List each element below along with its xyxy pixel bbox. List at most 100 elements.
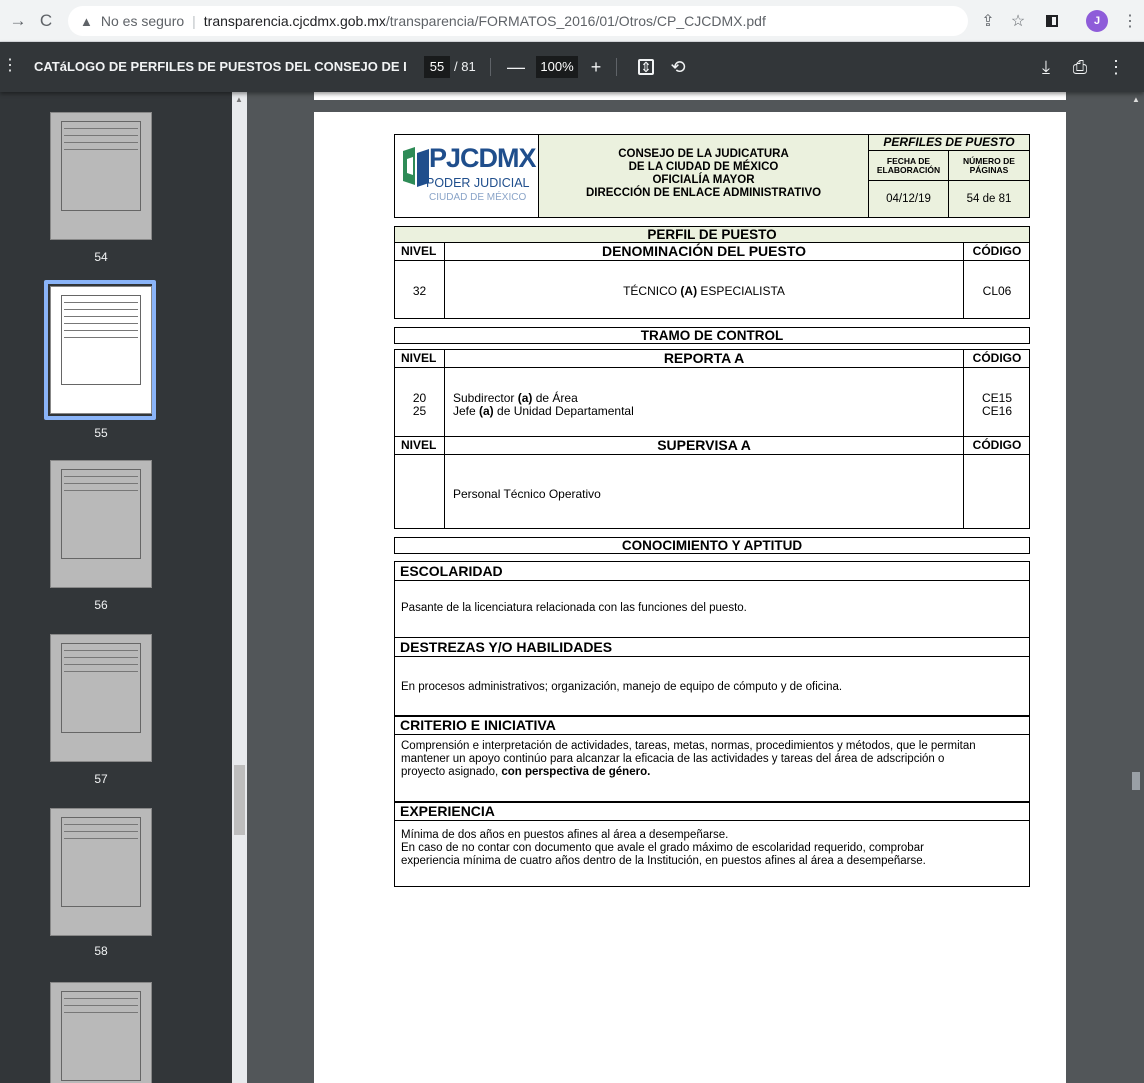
logo-city: CIUDAD DE MÉXICO [429,192,527,203]
page-thumbnail[interactable] [50,460,152,588]
sidebar-menu-button[interactable]: ⋮ [2,55,18,75]
thumbnail-content [61,991,141,1081]
kebab-menu-icon: ⋮ [2,57,18,74]
nivel-header: NIVEL [401,351,437,365]
thumbnail-content [61,469,141,559]
page-thumbnail-selected[interactable] [50,286,152,414]
zoom-in-button[interactable]: + [584,55,608,79]
fit-page-icon: ⇕ [638,59,654,75]
arrow-right-icon: → [9,11,27,30]
criterio-text: Comprensión e interpretación de activida… [401,740,976,778]
url-host: transparencia.cjcdmx.gob.mx [203,13,386,29]
header-line: OFICIALÍA MAYOR [652,174,755,186]
download-button[interactable]: ⤓ [1034,55,1058,79]
denominacion-header: DENOMINACIÓN DEL PUESTO [601,243,807,259]
criterio-title: CRITERIO E INICIATIVA [395,716,1029,735]
sidebar-scroll-thumb[interactable] [234,765,245,835]
thumbnail-content [61,295,141,385]
side-panel-button[interactable] [1040,9,1064,33]
reporta-codigo: CE15 CE16 [981,391,1013,418]
page-thumbnail[interactable] [50,982,152,1083]
denominacion-table: NIVEL DENOMINACIÓN DEL PUESTO CÓDIGO 32 … [394,242,1030,319]
previous-page-edge [314,92,1066,100]
sidebar-scrollbar[interactable]: ▲ [232,92,247,1083]
thumbnail-number: 55 [94,426,108,440]
page-total: / 81 [454,59,476,74]
plus-icon: + [590,56,602,77]
codigo-header: CÓDIGO [972,438,1022,452]
fecha-value: 04/12/19 [869,181,949,217]
experiencia-section: EXPERIENCIA Mínima de dos años en puesto… [394,801,1030,887]
zoom-out-button[interactable]: — [504,55,528,79]
pdf-page: PJCDMX PODER JUDICIAL CIUDAD DE MÉXICO C… [314,112,1066,1083]
escolaridad-section: ESCOLARIDAD Pasante de la licenciatura r… [394,561,1030,638]
rotate-icon: ⟲ [670,56,686,77]
escolaridad-text: Pasante de la licenciatura relacionada c… [401,602,747,614]
star-icon: ☆ [1010,13,1026,30]
print-icon: ⎙ [1072,56,1088,77]
perfiles-title: PERFILES DE PUESTO [869,135,1029,151]
column-divider [963,243,964,318]
thumbnail-number: 56 [94,598,108,612]
nivel-header: NIVEL [401,438,437,452]
profile-avatar[interactable]: J [1086,10,1108,32]
logo-cell: PJCDMX PODER JUDICIAL CIUDAD DE MÉXICO [395,135,539,217]
browser-toolbar: → C ▲ No es seguro | transparencia.cjcdm… [0,0,1144,42]
reporta-nivel: 20 25 [412,391,427,418]
fecha-label: FECHA DE ELABORACIÓN [869,151,949,181]
document-scroll-thumb[interactable] [1132,772,1140,790]
minus-icon: — [507,56,525,77]
paginas-label: NÚMERO DE PÁGINAS [949,151,1029,181]
reload-icon: C [39,11,53,30]
scroll-up-icon[interactable]: ▲ [1132,95,1140,104]
zoom-input[interactable]: 100% [536,56,578,78]
puesto-nombre: TÉCNICO (A) ESPECIALISTA [623,284,785,298]
perfil-title: PERFIL DE PUESTO [394,226,1030,243]
thumbnail-sidebar: 54 55 56 57 58 [0,92,232,1083]
share-icon: ⇪ [981,13,995,30]
header-institution: CONSEJO DE LA JUDICATURA DE LA CIUDAD DE… [539,135,869,217]
page-thumbnail[interactable] [50,634,152,762]
page-thumbnail[interactable] [50,112,152,240]
reporta-header: REPORTA A [663,350,745,366]
escolaridad-title: ESCOLARIDAD [395,562,1029,581]
thumbnail-number: 54 [94,250,108,264]
puesto-nivel: 32 [412,284,427,298]
fit-page-button[interactable]: ⇕ [634,55,658,79]
pdf-title: CATáLOGO DE PERFILES DE PUESTOS DEL CONS… [34,59,406,74]
page-thumbnail[interactable] [50,808,152,936]
address-divider: | [192,13,196,29]
reload-button[interactable]: C [34,9,58,33]
browser-menu-button[interactable]: ⋮ [1118,9,1142,33]
destrezas-section: DESTREZAS Y/O HABILIDADES En procesos ad… [394,637,1030,717]
thumbnail-content [61,121,141,211]
bookmark-button[interactable]: ☆ [1006,9,1030,33]
page-number-input[interactable]: 55 [424,56,450,78]
header-line: DIRECCIÓN DE ENLACE ADMINISTRATIVO [585,187,822,199]
share-button[interactable]: ⇪ [976,9,1000,33]
url-path: /transparencia/FORMATOS_2016/01/Otros/CP… [385,13,766,29]
toolbar-divider [616,58,617,76]
rotate-button[interactable]: ⟲ [666,55,690,79]
destrezas-text: En procesos administrativos; organizació… [401,681,843,693]
document-header: PJCDMX PODER JUDICIAL CIUDAD DE MÉXICO C… [394,134,1030,218]
address-bar[interactable]: ▲ No es seguro | transparencia.cjcdmx.go… [68,6,968,36]
destrezas-title: DESTREZAS Y/O HABILIDADES [395,638,1029,657]
pjcdmx-logo: PJCDMX PODER JUDICIAL CIUDAD DE MÉXICO [399,139,537,213]
paginas-value: 54 de 81 [966,193,1012,205]
document-scrollbar[interactable]: ▲ [1128,92,1144,1083]
scroll-up-icon[interactable]: ▲ [235,95,243,104]
pdf-toolbar: ⋮ CATáLOGO DE PERFILES DE PUESTOS DEL CO… [0,42,1144,92]
print-button[interactable]: ⎙ [1068,55,1092,79]
security-label[interactable]: No es seguro [101,13,184,29]
toolbar-divider [490,58,491,76]
header-meta: PERFILES DE PUESTO FECHA DE ELABORACIÓN N… [869,135,1029,217]
codigo-header: CÓDIGO [972,244,1022,258]
pdf-more-button[interactable]: ⋮ [1104,55,1128,79]
column-divider [444,243,445,318]
thumbnail-number: 57 [94,772,108,786]
forward-button[interactable]: → [6,9,30,33]
kebab-menu-icon: ⋮ [1122,13,1138,30]
thumbnail-content [61,817,141,907]
reporta-item: Jefe (a) de Unidad Departamental [453,404,634,418]
